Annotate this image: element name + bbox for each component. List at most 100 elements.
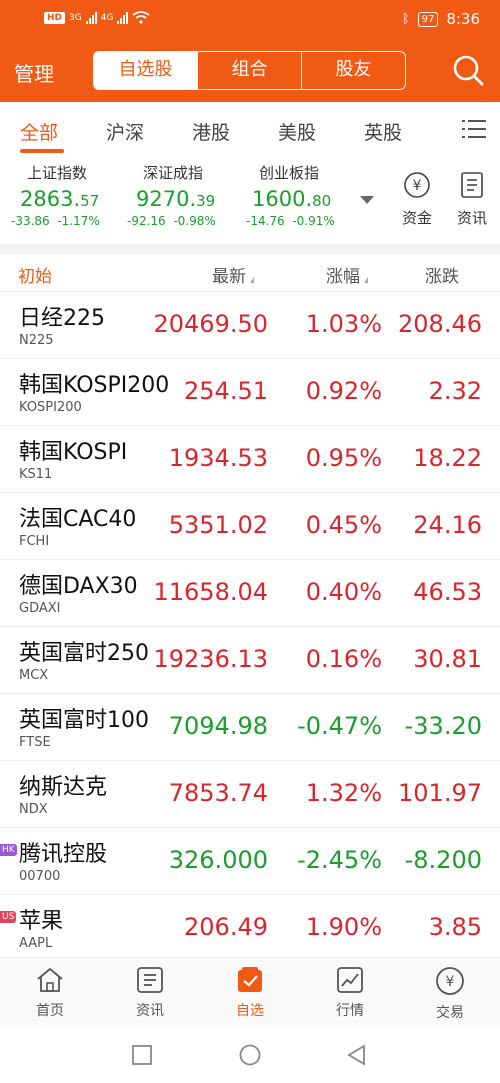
funds-link[interactable]: ¥ 资金	[395, 171, 439, 228]
stock-change: 30.81	[413, 645, 482, 673]
stock-code: GDAXI	[19, 601, 61, 616]
stock-name: 英国富时100	[19, 708, 149, 733]
nav-trade[interactable]: ¥ 交易	[420, 966, 480, 1022]
stock-pct-change: -0.47%	[297, 712, 382, 740]
index-value: 2863.57	[20, 187, 100, 211]
expand-indices-icon[interactable]	[360, 196, 374, 204]
app-header: 管理 自选股 组合 股友	[0, 40, 500, 102]
stock-pct-change: 1.90%	[305, 913, 382, 941]
category-tabs: 全部 沪深 港股 美股 英股	[0, 102, 500, 156]
bottom-navigation: 首页 资讯 自选 行情 ¥ 交易	[0, 957, 500, 1027]
search-icon[interactable]	[452, 54, 484, 86]
wifi-icon	[132, 11, 150, 24]
stock-code: N225	[19, 333, 54, 348]
segment-friends[interactable]: 股友	[301, 52, 405, 89]
nav-market[interactable]: 行情	[320, 966, 380, 1020]
tab-us-stocks[interactable]: 美股	[278, 118, 316, 145]
signal-icon-2	[117, 11, 129, 24]
trade-icon: ¥	[436, 967, 464, 995]
chart-icon	[337, 967, 363, 993]
index-value: 1600.80	[252, 187, 332, 211]
watchlist-row[interactable]: 日经225 N225 20469.50 1.03% 208.46	[0, 292, 500, 359]
stock-price: 1934.53	[168, 444, 268, 472]
tab-hk-stocks[interactable]: 港股	[192, 118, 230, 145]
home-circle-icon[interactable]	[239, 1044, 261, 1066]
signal-icon	[85, 11, 97, 24]
sort-initial[interactable]: 初始	[18, 262, 52, 287]
stock-pct-change: 0.40%	[305, 578, 382, 606]
stock-price: 20469.50	[153, 310, 268, 338]
stock-change: 18.22	[413, 444, 482, 472]
stock-price: 7094.98	[168, 712, 268, 740]
column-header: 初始 最新 涨幅 涨跌	[0, 254, 500, 292]
stock-change: 24.16	[413, 511, 482, 539]
watchlist-row[interactable]: 英国富时250 MCX 19236.13 0.16% 30.81	[0, 627, 500, 694]
stock-pct-change: 1.32%	[305, 779, 382, 807]
segment-portfolio[interactable]: 组合	[197, 52, 301, 89]
stock-change: 3.85	[428, 913, 482, 941]
stock-code: KS11	[19, 467, 53, 482]
index-change: -92.16 -0.98%	[127, 214, 216, 228]
stock-code: NDX	[19, 802, 48, 817]
watchlist-row[interactable]: 法国CAC40 FCHI 5351.02 0.45% 24.16	[0, 493, 500, 560]
stock-name: 德国DAX30	[19, 574, 138, 599]
news-icon	[461, 172, 483, 198]
stock-change: 101.97	[398, 779, 482, 807]
svg-text:¥: ¥	[446, 974, 455, 990]
index-shenzhen[interactable]: 深证成指 9270.39 -92.16 -0.98%	[127, 162, 256, 228]
active-tab-indicator	[20, 149, 64, 153]
stock-change: -33.20	[404, 712, 482, 740]
tab-shanghai-shenzhen[interactable]: 沪深	[106, 118, 144, 145]
stock-price: 206.49	[184, 913, 268, 941]
stock-name: 日经225	[19, 306, 105, 331]
watchlist-row[interactable]: 德国DAX30 GDAXI 11658.04 0.40% 46.53	[0, 560, 500, 627]
market-badge: US	[0, 911, 17, 923]
status-bar: HD 3G 4G ᛒ 97 8:36	[0, 0, 500, 40]
divider	[0, 244, 500, 254]
stock-name: 英国富时250	[19, 641, 149, 666]
nav-watchlist[interactable]: 自选	[220, 966, 280, 1020]
watchlist-row[interactable]: 韩国KOSPI KS11 1934.53 0.95% 18.22	[0, 426, 500, 493]
tab-all[interactable]: 全部	[20, 118, 58, 145]
menu-icon[interactable]	[462, 118, 486, 140]
watchlist-icon	[238, 967, 262, 992]
sort-latest[interactable]: 最新	[212, 262, 254, 287]
stock-pct-change: 0.95%	[305, 444, 382, 472]
bluetooth-icon: ᛒ	[401, 11, 410, 27]
sort-pct[interactable]: 涨幅	[326, 262, 368, 287]
sort-icon	[250, 277, 254, 283]
watchlist-row[interactable]: 纳斯达克 NDX 7853.74 1.32% 101.97	[0, 761, 500, 828]
stock-code: 00700	[19, 869, 61, 884]
manage-button[interactable]: 管理	[14, 58, 54, 87]
clock: 8:36	[446, 10, 480, 28]
sort-change[interactable]: 涨跌	[425, 262, 459, 287]
svg-text:¥: ¥	[413, 178, 422, 194]
stock-name: 韩国KOSPI200	[19, 373, 170, 398]
back-icon[interactable]	[346, 1044, 366, 1066]
index-name: 上证指数	[27, 164, 88, 182]
stock-price: 19236.13	[153, 645, 268, 673]
watchlist-row[interactable]: HK 腾讯控股 00700 326.000 -2.45% -8.200	[0, 828, 500, 895]
stock-pct-change: 0.45%	[305, 511, 382, 539]
news-link[interactable]: 资讯	[450, 171, 494, 228]
index-name: 创业板指	[259, 164, 320, 182]
tab-uk-stocks[interactable]: 英股	[364, 118, 402, 145]
segment-watchlist[interactable]: 自选股	[94, 52, 197, 89]
index-chinext[interactable]: 创业板指 1600.80 -14.76 -0.91%	[246, 162, 372, 228]
watchlist-row[interactable]: 韩国KOSPI200 KOSPI200 254.51 0.92% 2.32	[0, 359, 500, 426]
news-label: 资讯	[456, 209, 487, 227]
yen-circle-icon: ¥	[404, 172, 430, 198]
index-shanghai[interactable]: 上证指数 2863.57 -33.86 -1.17%	[11, 162, 140, 228]
nav-news[interactable]: 资讯	[120, 966, 180, 1020]
watchlist-row[interactable]: 英国富时100 FTSE 7094.98 -0.47% -33.20	[0, 694, 500, 761]
stock-name: 韩国KOSPI	[19, 440, 128, 465]
recents-icon[interactable]	[132, 1045, 152, 1065]
index-name: 深证成指	[143, 164, 204, 182]
home-icon	[37, 967, 63, 992]
stock-pct-change: 0.92%	[305, 377, 382, 405]
stock-name: 腾讯控股	[19, 842, 108, 867]
watchlist-row[interactable]: US 苹果 AAPL 206.49 1.90% 3.85	[0, 895, 500, 962]
battery-indicator: 97	[417, 11, 439, 27]
nav-home[interactable]: 首页	[20, 966, 80, 1020]
funds-label: 资金	[401, 209, 432, 227]
